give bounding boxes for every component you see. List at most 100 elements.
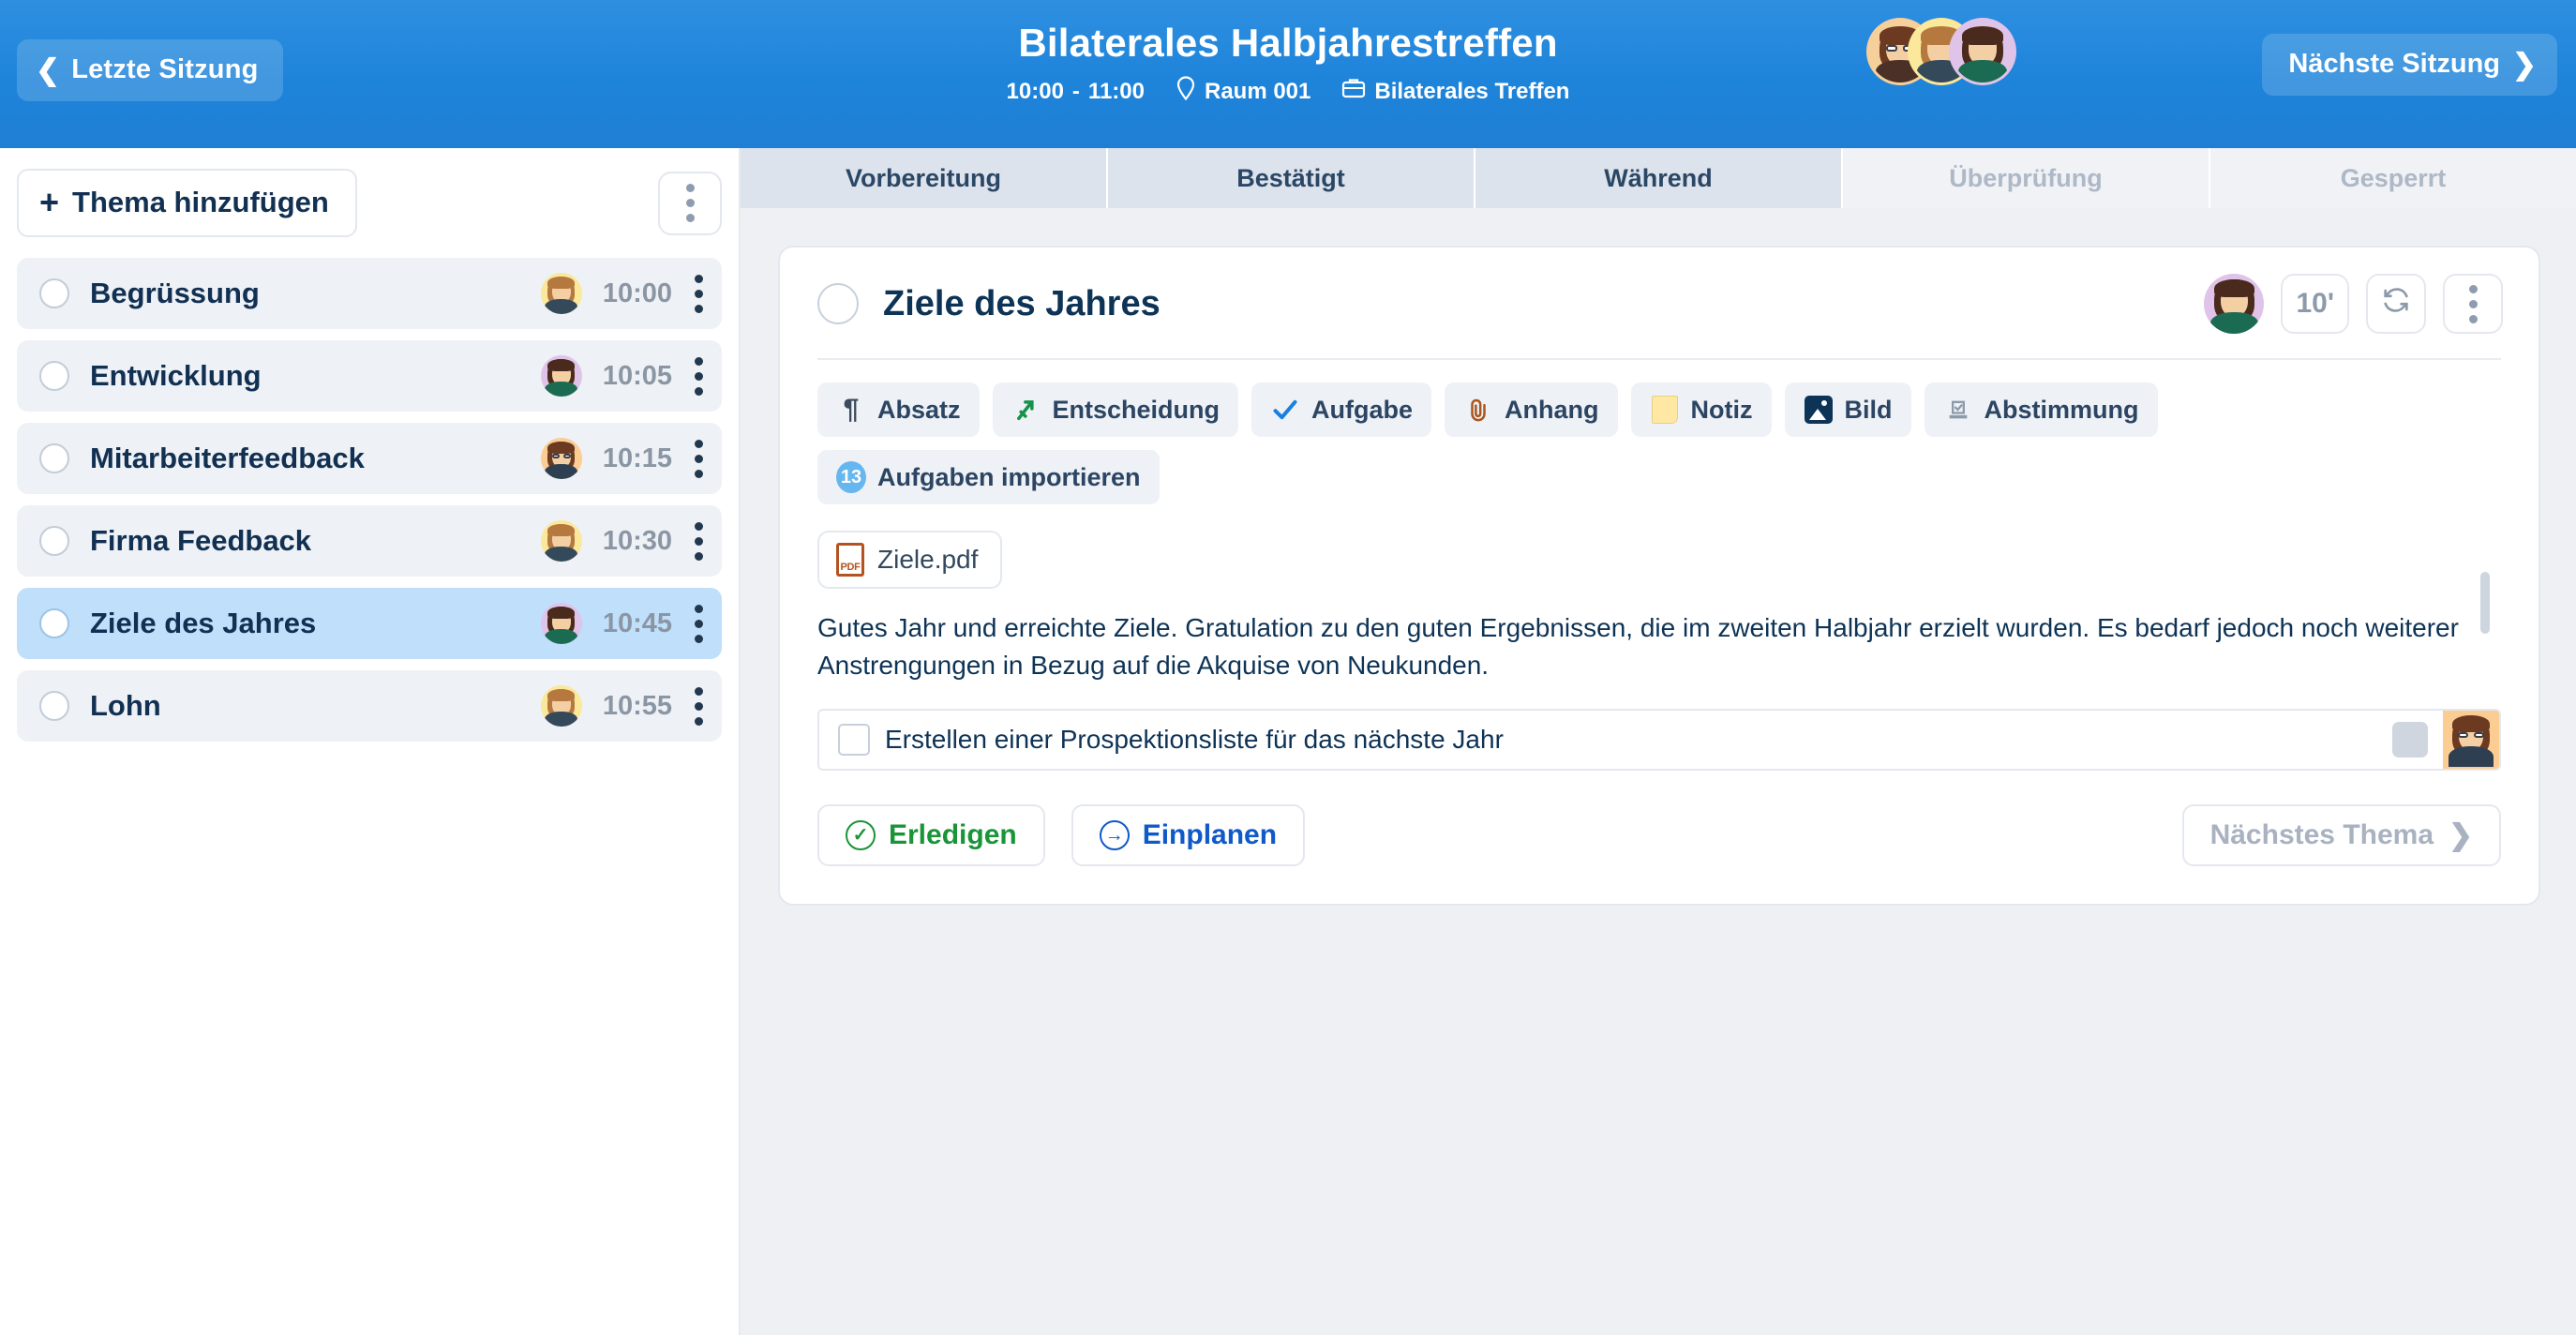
chevron-right-icon: ❯ xyxy=(2512,48,2537,81)
sidebar-more-button[interactable] xyxy=(658,171,722,235)
previous-session-button[interactable]: ❮ Letzte Sitzung xyxy=(17,39,283,101)
meeting-app: ❮ Letzte Sitzung Bilaterales Halbjahrest… xyxy=(0,0,2576,1335)
toolbar-bild-button[interactable]: Bild xyxy=(1784,382,1911,437)
topic-list-item[interactable]: Firma Feedback 10:30 xyxy=(17,505,722,577)
app-header: ❮ Letzte Sitzung Bilaterales Halbjahrest… xyxy=(0,0,2576,148)
tab--berpr-fung: Überprüfung xyxy=(1843,148,2210,208)
kebab-menu-icon xyxy=(685,184,695,222)
badge-count-icon: 13 xyxy=(836,461,866,493)
paperclip-icon xyxy=(1463,395,1493,425)
topic-item-more-button[interactable] xyxy=(695,439,703,478)
toolbar-button-label: Aufgaben importieren xyxy=(877,462,1141,491)
topic-item-more-button[interactable] xyxy=(695,274,703,313)
topic-item-more-button[interactable] xyxy=(695,521,703,561)
sidebar-toolbar: + Thema hinzufügen xyxy=(17,169,722,237)
topic-more-button[interactable] xyxy=(2443,274,2503,334)
toolbar-aufgaben-importieren-button[interactable]: 13 Aufgaben importieren xyxy=(817,450,1160,504)
toolbar-entscheidung-button[interactable]: Entscheidung xyxy=(992,382,1239,437)
task-checkbox[interactable] xyxy=(838,723,870,756)
topic-item-avatar[interactable] xyxy=(540,355,582,397)
topic-refresh-button[interactable] xyxy=(2366,274,2426,334)
chevron-right-icon: ❯ xyxy=(2449,818,2473,851)
toolbar-anhang-button[interactable]: Anhang xyxy=(1445,382,1618,437)
toolbar-button-label: Entscheidung xyxy=(1052,395,1221,424)
topic-item-radio[interactable] xyxy=(39,526,69,556)
tab-label: Bestätigt xyxy=(1236,163,1345,192)
decision-arrow-icon xyxy=(1011,395,1041,425)
topic-list-item[interactable]: Entwicklung 10:05 xyxy=(17,340,722,412)
topic-list: Begrüssung 10:00 Entwicklung 10:05 Mitarbeit… xyxy=(17,258,722,742)
topic-item-name: Begrüssung xyxy=(90,277,260,309)
card-header-actions: 10' xyxy=(2204,274,2503,334)
attachment-chip[interactable]: PDF Ziele.pdf xyxy=(817,531,1003,589)
task-placeholder-button[interactable] xyxy=(2392,721,2428,758)
topic-item-radio[interactable] xyxy=(39,361,69,391)
kebab-menu-icon xyxy=(2468,284,2478,323)
topic-item-avatar[interactable] xyxy=(540,520,582,562)
topic-item-avatar[interactable] xyxy=(540,685,582,727)
topic-list-item[interactable]: Lohn 10:55 xyxy=(17,670,722,742)
phase-tabs: Vorbereitung Bestätigt Während Überprüfung G… xyxy=(741,148,2576,208)
topic-item-name: Mitarbeiterfeedback xyxy=(90,442,365,474)
topic-item-radio[interactable] xyxy=(39,278,69,308)
toolbar-button-label: Aufgabe xyxy=(1311,395,1414,424)
main-panel: Vorbereitung Bestätigt Während Überprüfung G… xyxy=(741,148,2576,1335)
meeting-time-dash: - xyxy=(1071,78,1080,104)
topic-item-name: Lohn xyxy=(90,689,161,722)
topic-item-more-button[interactable] xyxy=(695,604,703,643)
complete-topic-button[interactable]: ✓ Erledigen xyxy=(817,803,1045,866)
topic-item-avatar[interactable] xyxy=(540,273,582,314)
chevron-left-icon: ❮ xyxy=(36,53,61,86)
topic-item-avatar[interactable] xyxy=(540,603,582,644)
topic-item-avatar[interactable] xyxy=(540,438,582,479)
tab-label: Überprüfung xyxy=(1949,163,2103,192)
topic-item-radio[interactable] xyxy=(39,691,69,721)
content-scrollbar[interactable] xyxy=(2480,572,2490,634)
location-pin-icon xyxy=(1176,76,1196,107)
topic-duration-label: 10' xyxy=(2296,288,2334,319)
participant-avatars[interactable] xyxy=(1869,21,2014,82)
toolbar-notiz-button[interactable]: Notiz xyxy=(1630,382,1772,437)
topic-item-name: Entwicklung xyxy=(90,359,262,392)
task-item[interactable]: Erstellen einer Prospektionsliste für da… xyxy=(817,708,2501,771)
topic-item-time: 10:30 xyxy=(602,525,672,556)
tab-w-hrend[interactable]: Während xyxy=(1475,148,1843,208)
add-topic-button[interactable]: + Thema hinzufügen xyxy=(17,169,357,237)
schedule-topic-button[interactable]: → Einplanen xyxy=(1071,803,1306,866)
next-topic-label: Nächstes Thema xyxy=(2209,818,2434,850)
toolbar-absatz-button[interactable]: ¶ Absatz xyxy=(817,382,980,437)
meeting-meta: 10:00 - 11:00 Raum 001 Bilaterales Treff… xyxy=(1006,76,1570,107)
topic-complete-radio[interactable] xyxy=(817,283,859,324)
next-session-button[interactable]: Nächste Sitzung ❯ xyxy=(2262,34,2557,96)
pdf-file-icon: PDF xyxy=(836,543,864,577)
topic-item-radio[interactable] xyxy=(39,608,69,638)
meeting-type-label: Bilaterales Treffen xyxy=(1374,78,1570,104)
topic-item-time: 10:45 xyxy=(602,608,672,638)
tab-gesperrt: Gesperrt xyxy=(2210,148,2576,208)
topic-list-item[interactable]: Ziele des Jahres 10:45 xyxy=(17,588,722,659)
topic-item-time: 10:55 xyxy=(602,690,672,721)
task-assignee-avatar[interactable] xyxy=(2443,710,2499,769)
topic-owner-avatar[interactable] xyxy=(2204,274,2265,334)
task-label: Erstellen einer Prospektionsliste für da… xyxy=(885,724,1504,754)
topic-duration-button[interactable]: 10' xyxy=(2281,274,2349,334)
tab-best-tigt[interactable]: Bestätigt xyxy=(1108,148,1475,208)
toolbar-button-label: Notiz xyxy=(1690,395,1753,424)
topic-item-more-button[interactable] xyxy=(695,356,703,396)
toolbar-aufgabe-button[interactable]: Aufgabe xyxy=(1251,382,1432,437)
topic-item-time: 10:05 xyxy=(602,360,672,391)
tab-vorbereitung[interactable]: Vorbereitung xyxy=(741,148,1108,208)
topic-item-more-button[interactable] xyxy=(695,686,703,726)
meeting-time-start: 10:00 xyxy=(1006,78,1064,104)
schedule-topic-label: Einplanen xyxy=(1142,818,1278,850)
toolbar-abstimmung-button[interactable]: Abstimmung xyxy=(1924,382,2158,437)
topic-item-name: Firma Feedback xyxy=(90,524,312,557)
next-topic-button[interactable]: Nächstes Thema ❯ xyxy=(2181,803,2501,866)
topic-item-radio[interactable] xyxy=(39,443,69,473)
topic-list-item[interactable]: Mitarbeiterfeedback 10:15 xyxy=(17,423,722,494)
meeting-time-end: 11:00 xyxy=(1087,78,1145,104)
location-label: Raum 001 xyxy=(1204,78,1311,104)
sticky-note-icon xyxy=(1650,395,1680,425)
topic-list-item[interactable]: Begrüssung 10:00 xyxy=(17,258,722,329)
check-circle-icon: ✓ xyxy=(846,819,876,850)
